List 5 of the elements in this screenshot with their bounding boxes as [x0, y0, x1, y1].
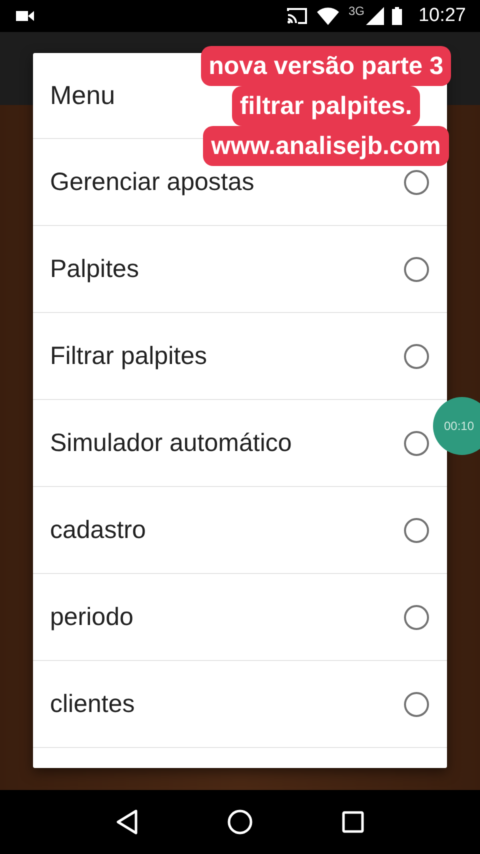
network-type: 3G	[348, 4, 364, 18]
caption-toast: nova versão parte 3	[200, 46, 452, 86]
caption-toast: filtrar palpites.	[232, 86, 420, 126]
clock: 10:27	[418, 5, 466, 27]
caption-toast: www.analisejb.com	[203, 126, 449, 166]
